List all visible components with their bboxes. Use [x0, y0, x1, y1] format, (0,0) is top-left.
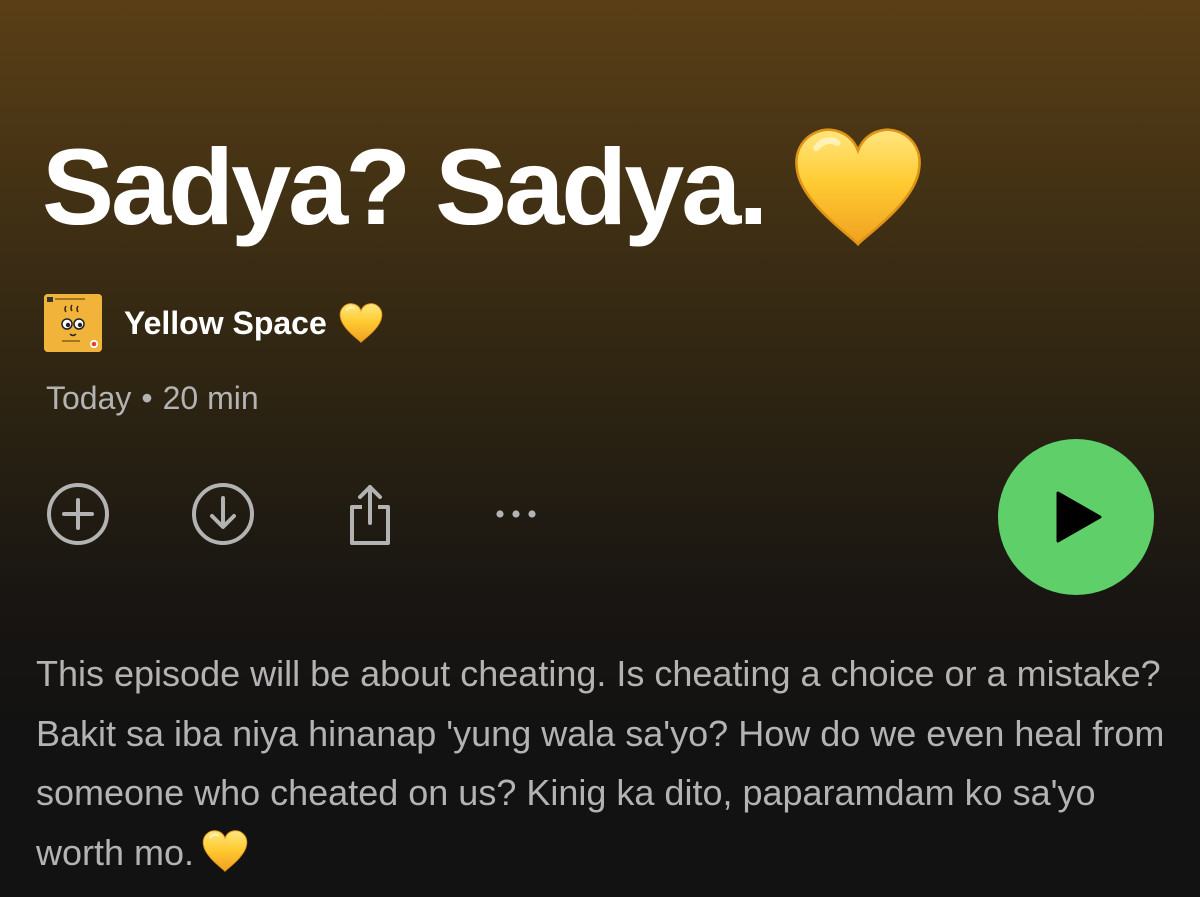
episode-date: Today — [46, 380, 132, 416]
play-button[interactable] — [998, 439, 1154, 595]
share-icon — [350, 485, 390, 545]
action-bar — [46, 478, 566, 550]
podcast-cover-art[interactable] — [44, 294, 102, 352]
show-row[interactable]: Yellow Space — [44, 294, 383, 352]
yellow-heart-icon — [202, 829, 248, 873]
show-name[interactable]: Yellow Space — [124, 305, 327, 342]
share-button[interactable] — [334, 478, 406, 550]
add-circle-icon — [47, 483, 109, 545]
meta-separator: • — [141, 380, 153, 416]
download-button[interactable] — [187, 478, 259, 550]
episode-description: This episode will be about cheating. Is … — [36, 644, 1176, 882]
episode-title: Sadya? Sadya. — [42, 112, 923, 262]
play-icon — [1056, 491, 1102, 543]
episode-meta: Today • 20 min — [46, 380, 259, 417]
yellow-heart-icon — [793, 125, 923, 249]
add-button[interactable] — [42, 478, 114, 550]
episode-duration: 20 min — [162, 380, 259, 416]
more-options-icon — [496, 510, 536, 518]
download-circle-icon — [192, 483, 254, 545]
episode-title-text: Sadya? Sadya. — [42, 126, 768, 247]
more-options-button[interactable] — [480, 478, 552, 550]
yellow-heart-icon — [339, 302, 383, 344]
